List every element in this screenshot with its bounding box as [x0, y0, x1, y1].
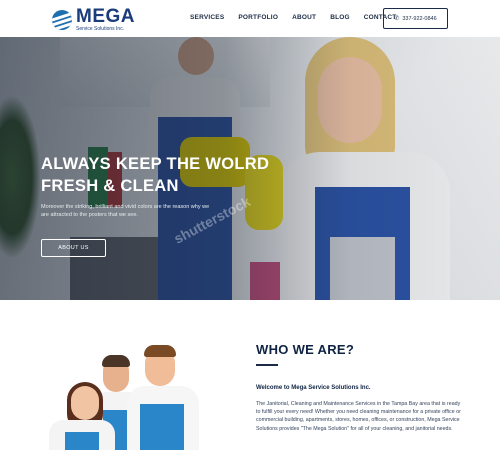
section-text: The Janitorial, Cleaning and Maintenance… [256, 401, 461, 432]
section-title: WHO WE ARE? [256, 342, 355, 357]
main-nav: SERVICES PORTFOLIO ABOUT BLOG CONTACT [190, 14, 396, 21]
hero-text: Moreover the striking, brilliant and viv… [41, 204, 210, 218]
phone-number: 337-922-0846 [402, 15, 437, 22]
phone-icon: ✆ [394, 16, 400, 22]
logo-globe-icon [52, 9, 72, 30]
nav-about[interactable]: ABOUT [292, 14, 316, 21]
section-subtitle: Welcome to Mega Service Solutions Inc. [256, 385, 371, 391]
site-header: MEGA Service Solutions Inc. SERVICES POR… [0, 0, 500, 37]
about-us-button[interactable]: ABOUT US [41, 239, 106, 257]
logo[interactable]: MEGA Service Solutions Inc. [52, 7, 135, 32]
logo-tagline: Service Solutions Inc. [76, 26, 125, 32]
title-divider [256, 364, 278, 366]
phone-button[interactable]: ✆ 337-922-0846 [383, 8, 448, 29]
nav-portfolio[interactable]: PORTFOLIO [238, 14, 278, 21]
logo-name: MEGA [76, 6, 135, 27]
hero-title: ALWAYS KEEP THE WOLRD FRESH & CLEAN [41, 155, 270, 195]
nav-services[interactable]: SERVICES [190, 14, 224, 21]
team-photo [45, 340, 205, 450]
nav-blog[interactable]: BLOG [330, 14, 350, 21]
hero-banner: shutterstock ALWAYS KEEP THE WOLRD FRESH… [0, 37, 500, 300]
